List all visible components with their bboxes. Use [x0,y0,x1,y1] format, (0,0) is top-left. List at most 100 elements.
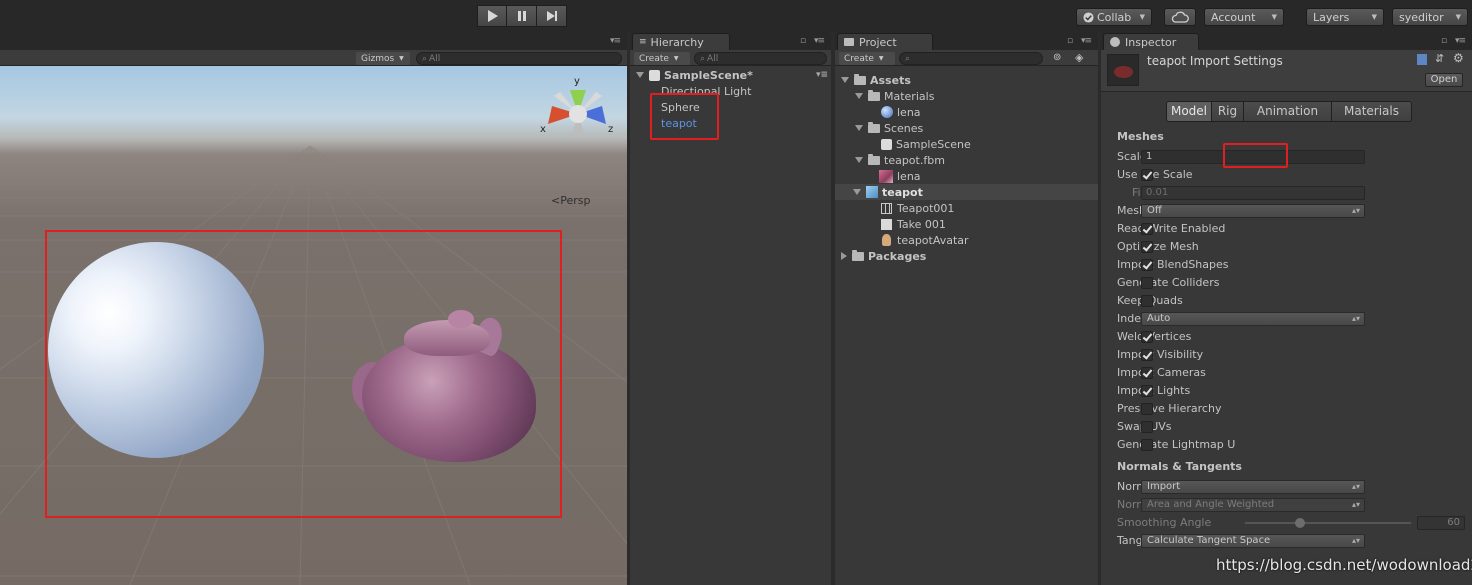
layers-dropdown[interactable]: Layers ▼ [1306,8,1384,26]
fold-open-icon[interactable] [855,157,863,163]
project-item-teapot001[interactable]: Teapot001 [881,200,954,216]
normals-dropdown[interactable]: Import ▴▾ [1141,480,1365,494]
gizmos-label: Gizmos [361,53,395,64]
step-button[interactable] [537,5,567,27]
play-button[interactable] [477,5,507,27]
tab-project[interactable]: Project [837,33,933,50]
open-button[interactable]: Open [1425,73,1463,87]
filter-type-icon[interactable]: ⊚ [1053,52,1061,63]
hierarchy-create-dropdown[interactable]: Create ▼ [634,52,690,65]
tab-inspector[interactable]: Inspector [1103,33,1199,50]
gizmos-dropdown[interactable]: Gizmos ▼ [356,52,410,65]
project-item-teapot-model[interactable]: teapot [835,184,1098,200]
panel-menu-icon[interactable]: ▾≡ [1081,36,1092,46]
section-meshes: Meshes [1117,130,1164,143]
tab-rig[interactable]: Rig [1212,101,1244,122]
import-blendshapes-checkbox[interactable] [1141,259,1153,271]
project-item-samplescene[interactable]: SampleScene [881,136,971,152]
swap-uvs-checkbox[interactable] [1141,421,1153,433]
tangents-dropdown[interactable]: Calculate Tangent Space ▴▾ [1141,534,1365,548]
import-cameras-checkbox[interactable] [1141,367,1153,379]
unity-scene-icon [649,69,660,81]
tab-model[interactable]: Model [1166,101,1212,122]
tab-animation[interactable]: Animation [1244,101,1332,122]
updown-arrows-icon: ▴▾ [1351,536,1360,545]
step-icon [546,11,557,21]
gear-icon[interactable]: ⚙ [1453,51,1464,65]
project-item-packages[interactable]: Packages [841,248,926,264]
folder-icon [844,38,854,46]
fold-open-icon[interactable] [855,125,863,131]
hierarchy-tab-label: Hierarchy [650,35,704,49]
project-item-lena-material[interactable]: lena [881,104,921,120]
texture-icon [879,169,893,183]
project-item-materials[interactable]: Materials [855,88,934,104]
fold-closed-icon[interactable] [841,252,847,260]
panel-menu-icon[interactable]: ▾≡ [1455,36,1466,46]
fold-open-icon[interactable] [636,72,644,78]
panel-menu-icon[interactable]: ▾≡ [816,70,828,80]
cloud-icon [1171,11,1189,23]
generate-colliders-checkbox[interactable] [1141,277,1153,289]
tab-materials[interactable]: Materials [1332,101,1412,122]
weld-vertices-checkbox[interactable] [1141,331,1153,343]
folder-icon [854,73,866,85]
tab-hierarchy[interactable]: ≡ Hierarchy [632,33,730,50]
project-tabbar: Project ▫ ▾≡ [835,32,1098,50]
project-item-take001[interactable]: Take 001 [881,216,946,232]
chevron-down-icon: ▼ [673,55,679,62]
collab-button[interactable]: Collab ▼ [1076,8,1152,26]
file-scale-input[interactable]: 0.01 [1141,186,1365,200]
help-book-icon[interactable] [1417,54,1427,65]
index-format-dropdown[interactable]: Auto ▴▾ [1141,312,1365,326]
normals-mode-dropdown[interactable]: Area and Angle Weighted ▴▾ [1141,498,1365,512]
cloud-button[interactable] [1164,8,1196,26]
import-lights-checkbox[interactable] [1141,385,1153,397]
folder-icon [868,153,880,165]
use-file-scale-checkbox[interactable] [1141,169,1153,181]
project-subbar: Create ▼ ⌕ ⊚ ◈ [835,50,1098,66]
optimize-mesh-checkbox[interactable] [1141,241,1153,253]
account-dropdown[interactable]: Account ▼ [1204,8,1284,26]
smoothing-angle-input[interactable]: 60 [1417,516,1465,530]
generate-lightmap-uvs-checkbox[interactable] [1141,439,1153,451]
lock-icon[interactable]: ▫ [800,36,806,46]
keep-quads-checkbox[interactable] [1141,295,1153,307]
project-item-scenes[interactable]: Scenes [855,120,923,136]
hierarchy-highlight-box [650,93,719,140]
read-write-checkbox[interactable] [1141,223,1153,235]
import-visibility-checkbox[interactable] [1141,349,1153,361]
watermark-text: https://blog.csdn.net/wodownload2 [1216,556,1472,574]
fold-open-icon[interactable] [855,93,863,99]
hierarchy-search-input[interactable]: ⌕ All [694,52,827,65]
project-create-dropdown[interactable]: Create ▼ [839,52,895,65]
label-tag-icon[interactable]: ◈ [1075,51,1083,64]
fold-open-icon[interactable] [841,77,849,83]
preserve-hierarchy-label: Preserve Hierarchy [1117,402,1222,415]
preserve-hierarchy-checkbox[interactable] [1141,403,1153,415]
scene-viewport[interactable]: y x z <Persp [0,66,627,585]
panel-menu-icon[interactable]: ▾≡ [610,36,621,46]
scene-root-item[interactable]: SampleScene* ▾≡ [636,67,828,83]
project-item-lena-texture[interactable]: lena [879,168,921,184]
pause-button[interactable] [507,5,537,27]
layout-dropdown[interactable]: syeditor ▼ [1392,8,1468,26]
orientation-gizmo[interactable]: y x z [536,72,620,152]
scene-search-input[interactable]: ⌕ All [416,52,622,65]
smoothing-angle-slider[interactable] [1245,518,1411,528]
hierarchy-tabbar: ≡ Hierarchy ▫ ▾≡ [630,32,831,50]
lock-icon[interactable]: ▫ [1067,36,1073,46]
perspective-toggle[interactable]: <Persp [551,194,590,207]
project-item-assets[interactable]: Assets [841,72,911,88]
panel-menu-icon[interactable]: ▾≡ [814,36,825,46]
project-item-label: Assets [870,73,911,87]
slider-thumb[interactable] [1295,518,1305,528]
preset-icon[interactable]: ⇵ [1435,52,1444,65]
lock-icon[interactable]: ▫ [1441,36,1447,46]
fold-open-icon[interactable] [853,189,861,195]
mesh-compression-dropdown[interactable]: Off ▴▾ [1141,204,1365,218]
project-search-input[interactable]: ⌕ [899,52,1043,65]
project-item-teapot-fbm[interactable]: teapot.fbm [855,152,945,168]
project-item-teapotavatar[interactable]: teapotAvatar [881,232,969,248]
import-visibility-label: Import Visibility [1117,348,1204,361]
